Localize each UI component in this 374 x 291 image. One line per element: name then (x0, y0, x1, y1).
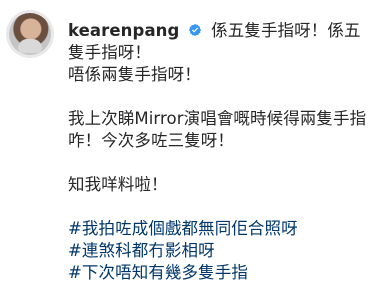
caption-line-4: 知我咩料啦！ (68, 175, 168, 194)
caption-first-line: kearenpang 係五隻手指呀！係五隻手指呀！ (68, 20, 368, 64)
caption-line-2: 唔係兩隻手指呀！ (68, 65, 201, 84)
hashtag-link[interactable]: #下次唔知有幾多隻手指 (68, 262, 368, 284)
hashtag-link[interactable]: #連煞科都冇影相呀 (68, 240, 368, 262)
caption-content: kearenpang 係五隻手指呀！係五隻手指呀！ 唔係兩隻手指呀！ 我上次睇M… (68, 20, 368, 284)
caption-line-3: 我上次睇Mirror演唱會嘅時候得兩隻手指咋！今次多咗三隻呀！ (68, 109, 367, 150)
instagram-caption-post: kearenpang 係五隻手指呀！係五隻手指呀！ 唔係兩隻手指呀！ 我上次睇M… (0, 0, 374, 291)
verified-badge-icon (188, 23, 201, 37)
avatar-image (9, 13, 51, 55)
avatar[interactable] (6, 10, 54, 58)
username-link[interactable]: kearenpang (68, 21, 179, 40)
hashtag-link[interactable]: #我拍咗成個戲都無同佢合照呀 (68, 218, 368, 240)
